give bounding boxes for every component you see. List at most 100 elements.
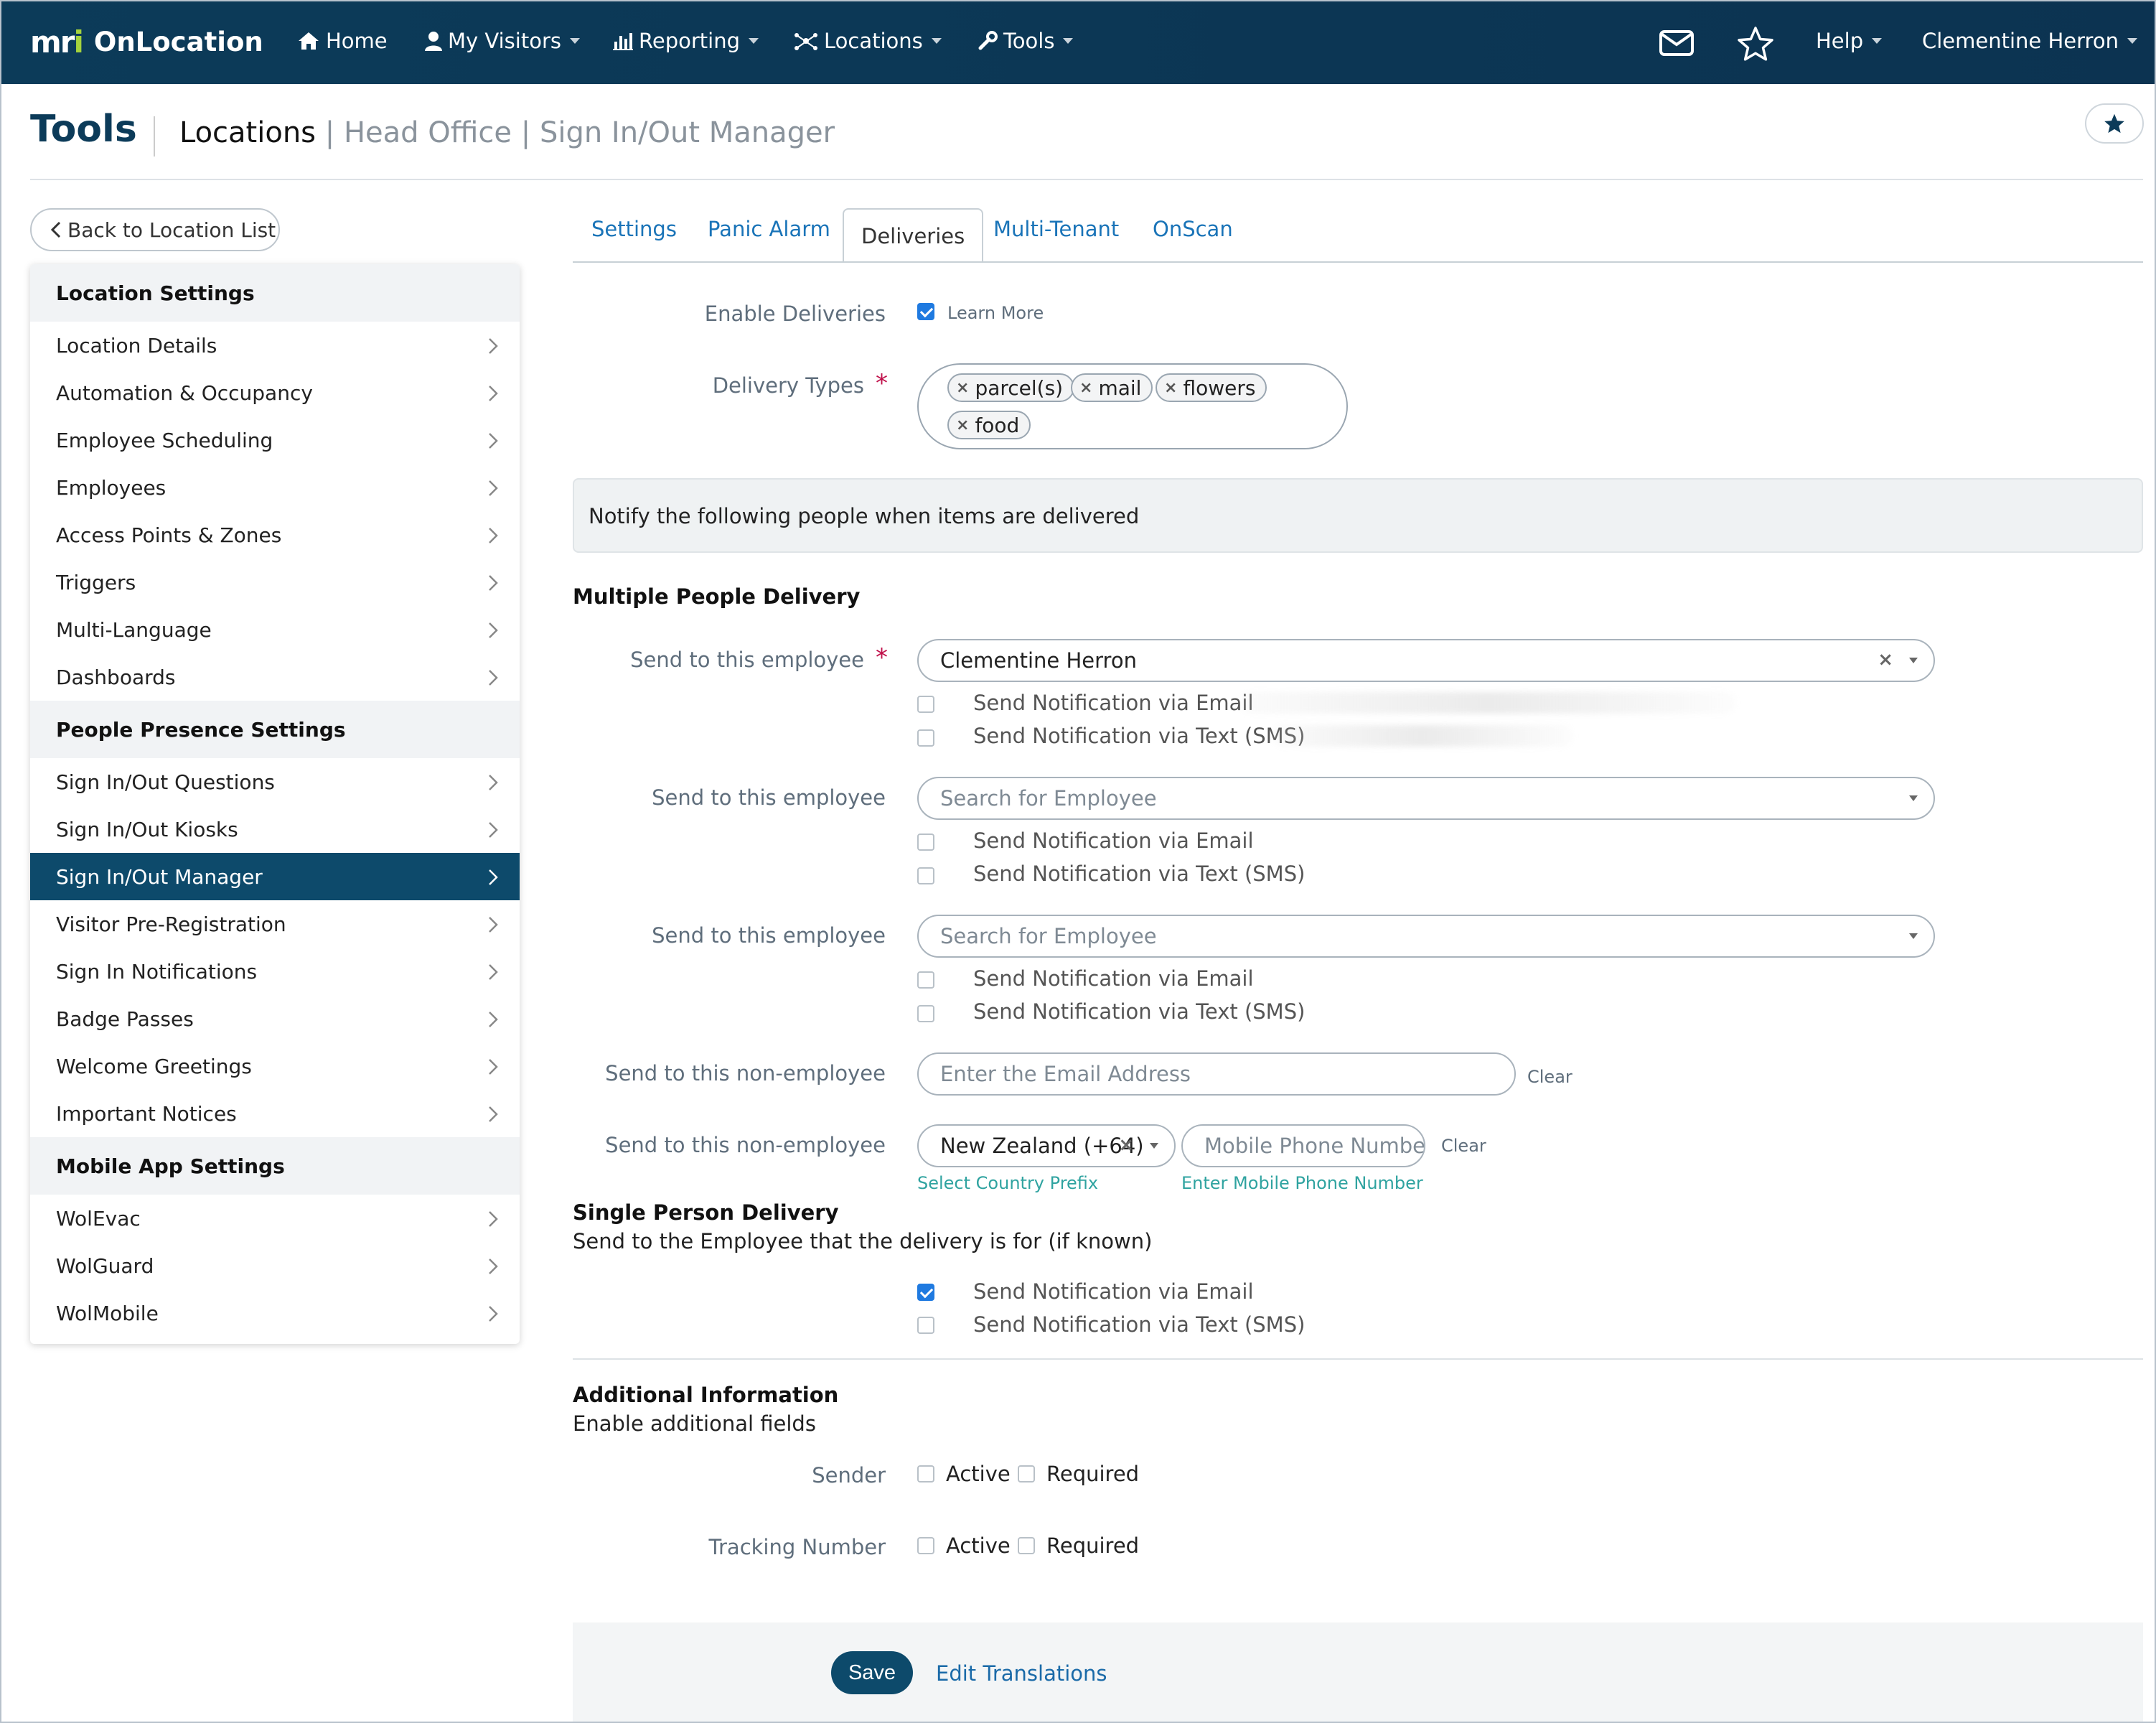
non-employee-label: Send to this non-employee bbox=[605, 1133, 886, 1157]
send-employee-label: Send to this employee bbox=[630, 648, 864, 672]
mobile-phone-input[interactable]: Mobile Phone Number bbox=[1181, 1124, 1425, 1167]
sidebar-item-wolmobile[interactable]: WolMobile bbox=[30, 1289, 520, 1337]
enable-deliveries-checkbox[interactable] bbox=[917, 303, 934, 320]
employee-select-1[interactable]: Clementine Herron × bbox=[917, 639, 1935, 682]
non-employee-email-input[interactable]: Enter the Email Address bbox=[917, 1052, 1516, 1096]
sms-notification-checkbox-3[interactable] bbox=[917, 1005, 934, 1022]
chevron-right-icon bbox=[489, 775, 498, 790]
sender-required-checkbox[interactable] bbox=[1018, 1465, 1035, 1482]
breadcrumb-head-office[interactable]: Head Office bbox=[344, 116, 512, 149]
title-divider bbox=[154, 116, 155, 157]
chevron-right-icon bbox=[489, 433, 498, 449]
brand-logo[interactable]: mri OnLocation bbox=[30, 24, 263, 60]
chevron-down-icon bbox=[1150, 1143, 1158, 1149]
learn-more-link[interactable]: Learn More bbox=[947, 303, 1044, 323]
clear-phone-button[interactable]: Clear bbox=[1441, 1136, 1486, 1156]
employee-select-2[interactable]: Search for Employee bbox=[917, 777, 1935, 820]
sidebar-item-sign-in-out-manager[interactable]: Sign In/Out Manager bbox=[30, 853, 520, 900]
delivery-types-input[interactable]: × parcel(s) × mail × flowers × food bbox=[917, 363, 1348, 449]
tracking-active-checkbox[interactable] bbox=[917, 1537, 934, 1554]
nav-home[interactable]: Home bbox=[297, 29, 388, 53]
user-icon bbox=[425, 32, 442, 51]
favorite-button[interactable] bbox=[2085, 103, 2144, 144]
nav-reporting[interactable]: Reporting bbox=[613, 29, 759, 53]
sidebar-item-triggers[interactable]: Triggers bbox=[30, 559, 520, 606]
chevron-right-icon bbox=[489, 575, 498, 591]
clear-email-button[interactable]: Clear bbox=[1527, 1067, 1573, 1087]
employee-select-3[interactable]: Search for Employee bbox=[917, 915, 1935, 958]
sidebar-item-location-details[interactable]: Location Details bbox=[30, 322, 520, 369]
breadcrumb-locations[interactable]: Locations bbox=[179, 116, 316, 149]
chevron-right-icon bbox=[489, 1059, 498, 1075]
sms-notification-checkbox-1[interactable] bbox=[917, 729, 934, 747]
settings-sidebar: Location Settings Location Details Autom… bbox=[30, 264, 520, 1344]
sidebar-item-badge-passes[interactable]: Badge Passes bbox=[30, 995, 520, 1042]
active-option-label: Active bbox=[946, 1533, 1011, 1558]
page-title: Tools bbox=[30, 108, 137, 151]
brand-name: OnLocation bbox=[93, 27, 263, 57]
tab-panic-alarm[interactable]: Panic Alarm bbox=[708, 217, 830, 241]
sidebar-item-employee-scheduling[interactable]: Employee Scheduling bbox=[30, 416, 520, 464]
sidebar-item-multi-language[interactable]: Multi-Language bbox=[30, 606, 520, 653]
sidebar-item-important-notices[interactable]: Important Notices bbox=[30, 1090, 520, 1137]
notify-info-box: Notify the following people when items a… bbox=[573, 478, 2143, 553]
sender-label: Sender bbox=[812, 1463, 886, 1488]
single-sms-checkbox[interactable] bbox=[917, 1317, 934, 1334]
email-notification-checkbox-2[interactable] bbox=[917, 834, 934, 851]
sidebar-item-wolguard[interactable]: WolGuard bbox=[30, 1242, 520, 1289]
sidebar-item-welcome-greetings[interactable]: Welcome Greetings bbox=[30, 1042, 520, 1090]
chevron-down-icon bbox=[2127, 38, 2137, 44]
sidebar-item-sign-in-out-kiosks[interactable]: Sign In/Out Kiosks bbox=[30, 806, 520, 853]
star-icon[interactable] bbox=[1737, 26, 1774, 62]
sidebar-item-sign-in-notifications[interactable]: Sign In Notifications bbox=[30, 948, 520, 995]
country-prefix-select[interactable]: New Zealand (+64) × bbox=[917, 1124, 1176, 1167]
nav-tools[interactable]: Tools bbox=[978, 29, 1074, 53]
sidebar-item-access-points-zones[interactable]: Access Points & Zones bbox=[30, 511, 520, 559]
required-option-label: Required bbox=[1046, 1462, 1140, 1486]
remove-tag-icon[interactable]: × bbox=[1079, 379, 1092, 397]
remove-tag-icon[interactable]: × bbox=[956, 379, 969, 397]
sidebar-item-automation-occupancy[interactable]: Automation & Occupancy bbox=[30, 369, 520, 416]
top-navbar: mri OnLocation Home My Visitors Reportin… bbox=[1, 1, 2155, 84]
sidebar-item-visitor-pre-registration[interactable]: Visitor Pre-Registration bbox=[30, 900, 520, 948]
sidebar-item-sign-in-out-questions[interactable]: Sign In/Out Questions bbox=[30, 758, 520, 806]
redacted-phone bbox=[1272, 725, 1573, 747]
email-notification-checkbox-1[interactable] bbox=[917, 696, 934, 713]
back-to-location-list-button[interactable]: Back to Location List bbox=[30, 208, 280, 251]
delivery-type-tag: × parcel(s) bbox=[947, 373, 1075, 402]
clear-selection-icon[interactable]: × bbox=[1118, 1134, 1134, 1156]
tracking-required-checkbox[interactable] bbox=[1018, 1537, 1035, 1554]
email-notification-checkbox-3[interactable] bbox=[917, 971, 934, 989]
sidebar-item-dashboards[interactable]: Dashboards bbox=[30, 653, 520, 701]
clear-selection-icon[interactable]: × bbox=[1878, 649, 1893, 671]
mail-icon[interactable] bbox=[1659, 30, 1694, 56]
delivery-types-label: Delivery Types bbox=[712, 373, 864, 398]
non-employee-label: Send to this non-employee bbox=[605, 1061, 886, 1085]
nav-user-menu[interactable]: Clementine Herron bbox=[1922, 29, 2137, 53]
phone-help: Enter Mobile Phone Number bbox=[1181, 1173, 1423, 1193]
remove-tag-icon[interactable]: × bbox=[1164, 379, 1177, 397]
sidebar-item-wolevac[interactable]: WolEvac bbox=[30, 1195, 520, 1242]
tab-onscan[interactable]: OnScan bbox=[1153, 217, 1233, 241]
wrench-icon bbox=[978, 31, 998, 50]
send-employee-label: Send to this employee bbox=[652, 923, 886, 948]
sms-notification-label: Send Notification via Text (SMS) bbox=[973, 1312, 1306, 1337]
save-button[interactable]: Save bbox=[831, 1651, 913, 1694]
breadcrumb-current: Sign In/Out Manager bbox=[539, 116, 835, 149]
sender-active-checkbox[interactable] bbox=[917, 1465, 934, 1482]
chevron-down-icon bbox=[1909, 933, 1918, 939]
tab-settings[interactable]: Settings bbox=[591, 217, 677, 241]
nav-my-visitors[interactable]: My Visitors bbox=[425, 29, 580, 53]
email-notification-label: Send Notification via Email bbox=[973, 691, 1254, 715]
remove-tag-icon[interactable]: × bbox=[956, 416, 969, 434]
chevron-right-icon bbox=[489, 964, 498, 980]
nav-locations[interactable]: Locations bbox=[794, 29, 942, 53]
sms-notification-checkbox-2[interactable] bbox=[917, 867, 934, 884]
nav-help[interactable]: Help bbox=[1816, 29, 1883, 53]
tab-multi-tenant[interactable]: Multi-Tenant bbox=[993, 217, 1119, 241]
chevron-right-icon bbox=[489, 869, 498, 885]
edit-translations-link[interactable]: Edit Translations bbox=[936, 1661, 1107, 1686]
single-email-checkbox[interactable] bbox=[917, 1284, 934, 1301]
tab-deliveries[interactable]: Deliveries bbox=[843, 208, 984, 263]
sidebar-item-employees[interactable]: Employees bbox=[30, 464, 520, 511]
